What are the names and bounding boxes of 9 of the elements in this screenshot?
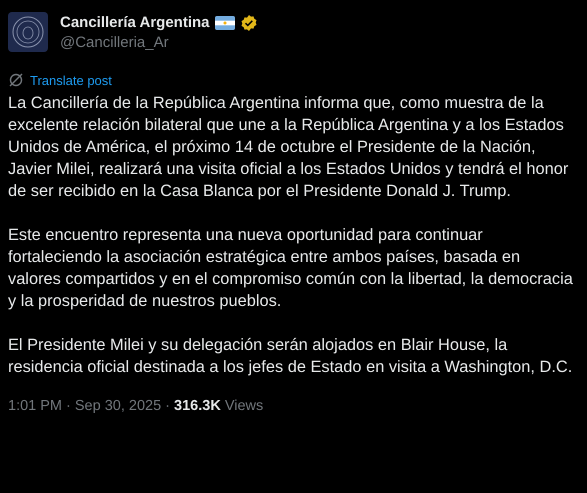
account-name[interactable]: Cancillería Argentina xyxy=(60,14,210,31)
translate-link[interactable]: Translate post xyxy=(8,72,577,88)
flag-icon xyxy=(214,16,234,30)
avatar-seal-icon xyxy=(8,12,48,52)
post-paragraph: Este encuentro representa una nueva oportunidad para continuar fortaleciendo la asociación estratégica entre ambos países, basada en valores compartidos y en el compromiso común con la libertad, la democracia y la prosperidad de nuestros pueblos. xyxy=(8,225,574,312)
post-meta: 1:01 PM · Sep 30, 2025 · 316.3K Views xyxy=(8,398,264,414)
post-paragraph: La Cancillería de la República Argentina informa que, como muestra de la excelente relación bilateral que une a la República Argentina y a los Estados Unidos de América, el próximo 14 de octubre el Presidente de la Nación, Javier Milei, realizará una visita oficial a los Estados Unidos y tendrá el honor de ser recibido en la Casa Blanca por el Presidente Donald J. Trump. xyxy=(8,93,570,202)
post-paragraph: El Presidente Milei y su delegación serán alojados en Blair House, la residencia oficial destinada a los jefes de Estado en visita a Washington, D.C. xyxy=(8,335,574,378)
account-handle: @Cancilleria_Ar xyxy=(60,34,170,50)
